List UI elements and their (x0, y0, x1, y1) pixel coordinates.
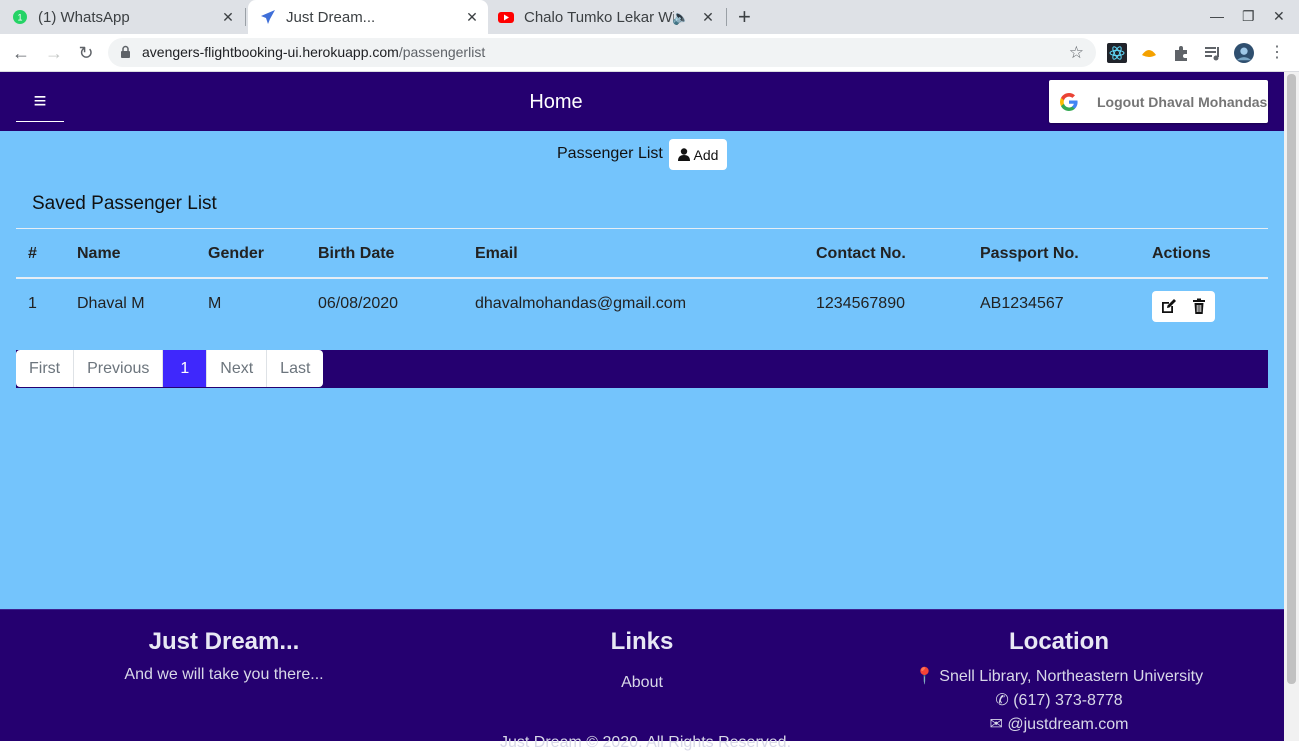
about-link[interactable]: About (542, 674, 742, 692)
add-label: Add (693, 146, 719, 163)
profile-avatar[interactable] (1234, 43, 1254, 63)
footer-brand: Just Dream... And we will take you there… (74, 628, 374, 684)
restore-icon[interactable]: ❐ (1242, 8, 1255, 25)
tab-title: (1) WhatsApp (38, 8, 130, 26)
cell-name: Dhaval M (77, 295, 145, 312)
redux-devtools-icon[interactable] (1139, 43, 1159, 63)
media-controls-icon[interactable] (1203, 43, 1223, 63)
add-passenger-button[interactable]: Add (669, 139, 727, 170)
tab-title: Just Dream... (286, 8, 376, 26)
tab-divider (245, 8, 246, 26)
google-icon (1060, 93, 1078, 111)
map-marker-icon: 📍 (914, 668, 935, 685)
logout-button[interactable]: Logout Dhaval Mohandas (1049, 80, 1268, 123)
column-header: Actions (1152, 245, 1211, 262)
url-text: avengers-flightbooking-ui.herokuapp.com/… (142, 44, 486, 60)
footer-links: Links About (542, 628, 742, 692)
column-header: Passport No. (980, 245, 1079, 262)
page-first-button[interactable]: First (16, 350, 75, 387)
footer-address: Snell Library, Northeastern University (939, 668, 1204, 685)
cell-num: 1 (28, 295, 37, 312)
cell-gender: M (208, 295, 222, 312)
table-header-border (16, 277, 1268, 279)
youtube-icon (498, 12, 514, 23)
table-top-border (16, 228, 1268, 229)
minimize-icon[interactable]: — (1210, 8, 1224, 24)
footer-brand-title: Just Dream... (148, 628, 300, 655)
browser-tab-bar: 1 (1) WhatsApp ✕ Just Dream... ✕ Chalo T… (0, 0, 1299, 34)
page-content: ≡ Home Logout Dhaval Mohandas Passenger … (0, 72, 1284, 751)
whatsapp-icon: 1 (13, 10, 27, 24)
app-header: ≡ Home Logout Dhaval Mohandas (0, 72, 1284, 131)
cell-email: dhavalmohandas@gmail.com (475, 295, 687, 312)
react-devtools-icon[interactable] (1107, 43, 1127, 63)
page-last-button[interactable]: Last (267, 350, 323, 387)
tab-title: Chalo Tumko Lekar Wi (524, 8, 674, 26)
page-next-button[interactable]: Next (207, 350, 268, 387)
tab-youtube[interactable]: Chalo Tumko Lekar Wi 🔈 ✕ (498, 0, 724, 34)
edit-icon[interactable] (1160, 298, 1178, 315)
envelope-icon: ✉ (989, 716, 1003, 733)
footer: Just Dream... And we will take you there… (0, 609, 1284, 751)
close-icon[interactable]: ✕ (700, 9, 716, 25)
scrollbar-thumb[interactable] (1287, 74, 1296, 684)
window-close-icon[interactable]: ✕ (1273, 8, 1285, 25)
footer-phone: (617) 373-8778 (1013, 692, 1123, 709)
close-icon[interactable]: ✕ (464, 9, 480, 25)
column-header: Birth Date (318, 245, 395, 262)
lock-icon (121, 45, 130, 58)
bookmark-star-icon[interactable]: ☆ (1069, 43, 1084, 63)
tab-whatsapp[interactable]: 1 (1) WhatsApp ✕ (12, 0, 244, 34)
page-current-button[interactable]: 1 (163, 350, 208, 387)
column-header: Contact No. (816, 245, 906, 262)
footer-location-title: Location (1009, 628, 1109, 655)
trash-icon[interactable] (1190, 298, 1208, 315)
footer-tagline: And we will take you there... (124, 666, 324, 683)
reload-icon[interactable]: ↻ (75, 42, 97, 64)
tab-just-dream[interactable]: Just Dream... ✕ (248, 0, 488, 34)
browser-toolbar: ← → ↻ avengers-flightbooking-ui.herokuap… (0, 34, 1299, 72)
user-icon (677, 148, 690, 161)
phone-icon: ✆ (995, 692, 1009, 709)
cell-contact: 1234567890 (816, 295, 905, 312)
pagination: First Previous 1 Next Last (16, 350, 324, 387)
footer-location: Location 📍 Snell Library, Northeastern U… (909, 628, 1209, 734)
cell-birth-date: 06/08/2020 (318, 295, 399, 312)
address-bar[interactable]: avengers-flightbooking-ui.herokuapp.com/… (108, 38, 1096, 67)
new-tab-icon[interactable]: + (738, 6, 751, 28)
footer-links-title: Links (610, 628, 674, 655)
column-header: # (28, 245, 37, 262)
logout-label: Logout Dhaval Mohandas (1097, 94, 1268, 110)
extensions-puzzle-icon[interactable] (1171, 43, 1191, 63)
saved-passenger-list-heading: Saved Passenger List (32, 193, 217, 214)
column-header: Gender (208, 245, 265, 262)
browser-menu-icon[interactable]: ⋮ (1266, 42, 1288, 64)
speaker-icon[interactable]: 🔈 (672, 9, 689, 25)
passenger-list-title: Passenger List (557, 145, 663, 162)
forward-icon[interactable]: → (43, 42, 65, 64)
page-scrollbar[interactable] (1284, 72, 1299, 741)
footer-copyright: Just Dream © 2020. All Rights Reserved. (500, 734, 792, 751)
column-header: Email (475, 245, 518, 262)
tab-divider (726, 8, 727, 26)
column-header: Name (77, 245, 121, 262)
svg-text:1: 1 (17, 13, 22, 23)
row-actions (1152, 291, 1215, 322)
footer-email: @justdream.com (1007, 716, 1129, 733)
close-icon[interactable]: ✕ (220, 9, 236, 25)
home-link[interactable]: Home (0, 91, 1112, 114)
airplane-icon (261, 10, 275, 24)
back-icon[interactable]: ← (10, 42, 32, 64)
page-previous-button[interactable]: Previous (74, 350, 164, 387)
cell-passport: AB1234567 (980, 295, 1064, 312)
